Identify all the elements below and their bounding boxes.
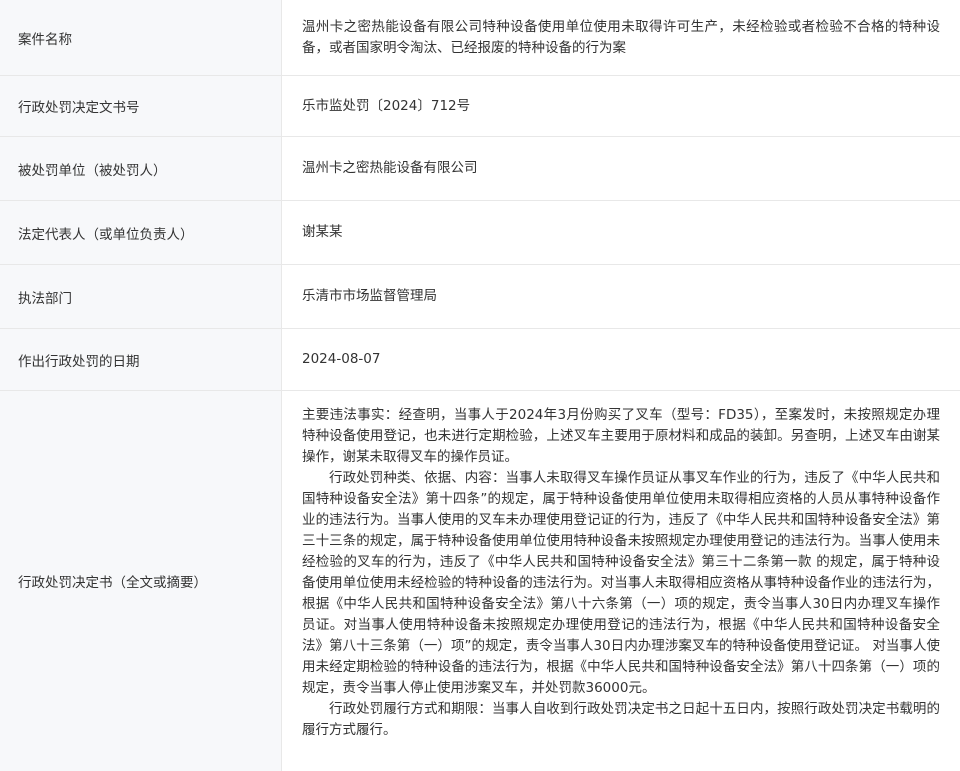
row-value-document-number: 乐市监处罚〔2024〕712号: [302, 97, 471, 114]
row-label-penalized-party: 被处罚单位（被处罚人）: [0, 137, 282, 200]
table-row: 行政处罚决定文书号 乐市监处罚〔2024〕712号: [0, 76, 960, 137]
row-label-case-name: 案件名称: [0, 0, 282, 75]
row-label-penalty-date: 作出行政处罚的日期: [0, 329, 282, 390]
row-label-document-number: 行政处罚决定文书号: [0, 76, 282, 136]
row-label-enforcement-department: 执法部门: [0, 265, 282, 328]
decision-paragraph-execution: 行政处罚履行方式和期限：当事人自收到行政处罚决定书之日起十五日内，按照行政处罚决…: [302, 701, 940, 738]
row-value-penalty-date: 2024-08-07: [302, 351, 381, 367]
row-value-legal-representative: 谢某某: [302, 224, 343, 240]
case-name-text: 温州卡之密热能设备有限公司特种设备使用单位使用未取得许可生产，未经检验或者检验不…: [302, 18, 940, 56]
decision-paragraph-penalty: 行政处罚种类、依据、内容：当事人未取得叉车操作员证从事叉车作业的行为，违反了《中…: [302, 470, 940, 696]
row-value-decision-text: 主要违法事实：经查明，当事人于2024年3月份购买了叉车（型号：FD35），至案…: [282, 391, 960, 771]
row-value-case-name: 温州卡之密热能设备有限公司特种设备使用单位使用未取得许可生产，未经检验或者检验不…: [282, 0, 960, 75]
decision-body: 主要违法事实：经查明，当事人于2024年3月份购买了叉车（型号：FD35），至案…: [302, 405, 940, 741]
table-row: 作出行政处罚的日期 2024-08-07: [0, 329, 960, 391]
table-row: 法定代表人（或单位负责人） 谢某某: [0, 201, 960, 265]
table-row: 被处罚单位（被处罚人） 温州卡之密热能设备有限公司: [0, 137, 960, 201]
table-row: 行政处罚决定书（全文或摘要） 主要违法事实：经查明，当事人于2024年3月份购买…: [0, 391, 960, 771]
row-label-legal-representative: 法定代表人（或单位负责人）: [0, 201, 282, 264]
row-value-penalized-party: 温州卡之密热能设备有限公司: [302, 160, 478, 176]
decision-paragraph-facts: 主要违法事实：经查明，当事人于2024年3月份购买了叉车（型号：FD35），至案…: [302, 407, 940, 465]
table-row: 案件名称 温州卡之密热能设备有限公司特种设备使用单位使用未取得许可生产，未经检验…: [0, 0, 960, 76]
row-label-decision-text: 行政处罚决定书（全文或摘要）: [0, 391, 282, 771]
table-row: 执法部门 乐清市市场监督管理局: [0, 265, 960, 329]
row-value-enforcement-department: 乐清市市场监督管理局: [302, 288, 437, 304]
penalty-info-table: 案件名称 温州卡之密热能设备有限公司特种设备使用单位使用未取得许可生产，未经检验…: [0, 0, 960, 771]
